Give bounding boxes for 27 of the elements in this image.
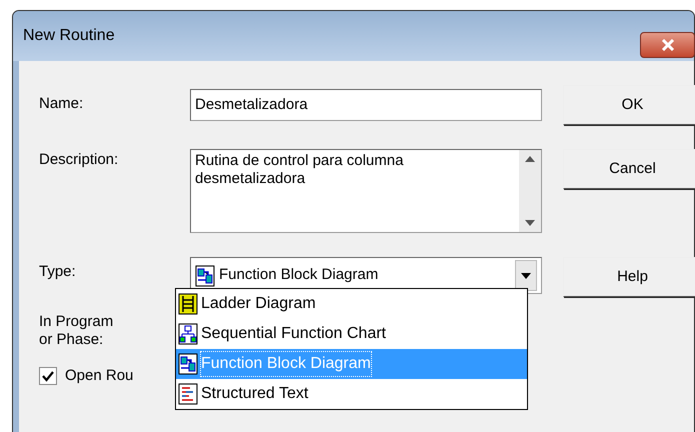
dropdown-arrow-icon bbox=[521, 272, 531, 278]
flowchart-icon bbox=[178, 323, 198, 345]
program-label: In Program or Phase: bbox=[39, 313, 114, 349]
name-label: Name: bbox=[39, 94, 84, 114]
description-label: Description: bbox=[39, 150, 120, 170]
dropdown-button[interactable] bbox=[515, 260, 537, 291]
help-button[interactable]: Help bbox=[563, 257, 695, 297]
scroll-up-icon[interactable] bbox=[525, 156, 535, 162]
window-title: New Routine bbox=[23, 26, 115, 46]
description-field[interactable]: Rutina de control para columna desmetalizadora bbox=[190, 149, 542, 233]
dropdown-option[interactable]: Sequential Function Chart bbox=[176, 319, 527, 349]
scrollbar[interactable] bbox=[519, 150, 541, 232]
ladder-icon bbox=[178, 293, 198, 315]
name-field[interactable]: Desmetalizadora bbox=[190, 89, 542, 121]
cancel-button[interactable]: Cancel bbox=[563, 149, 695, 189]
close-button[interactable] bbox=[640, 32, 695, 58]
block-diagram-icon bbox=[178, 353, 198, 375]
type-label: Type: bbox=[39, 262, 77, 282]
dropdown-option[interactable]: Structured Text bbox=[176, 379, 527, 409]
ok-button[interactable]: OK bbox=[563, 85, 695, 125]
open-routine-label: Open Rou bbox=[65, 366, 134, 386]
description-text: Rutina de control para columna desmetalizadora bbox=[194, 151, 404, 189]
type-value: Function Block Diagram bbox=[219, 265, 378, 286]
scroll-down-icon[interactable] bbox=[525, 220, 535, 226]
close-icon bbox=[660, 39, 676, 51]
text-lines-icon bbox=[178, 383, 198, 405]
open-routine-checkbox[interactable] bbox=[39, 367, 57, 386]
